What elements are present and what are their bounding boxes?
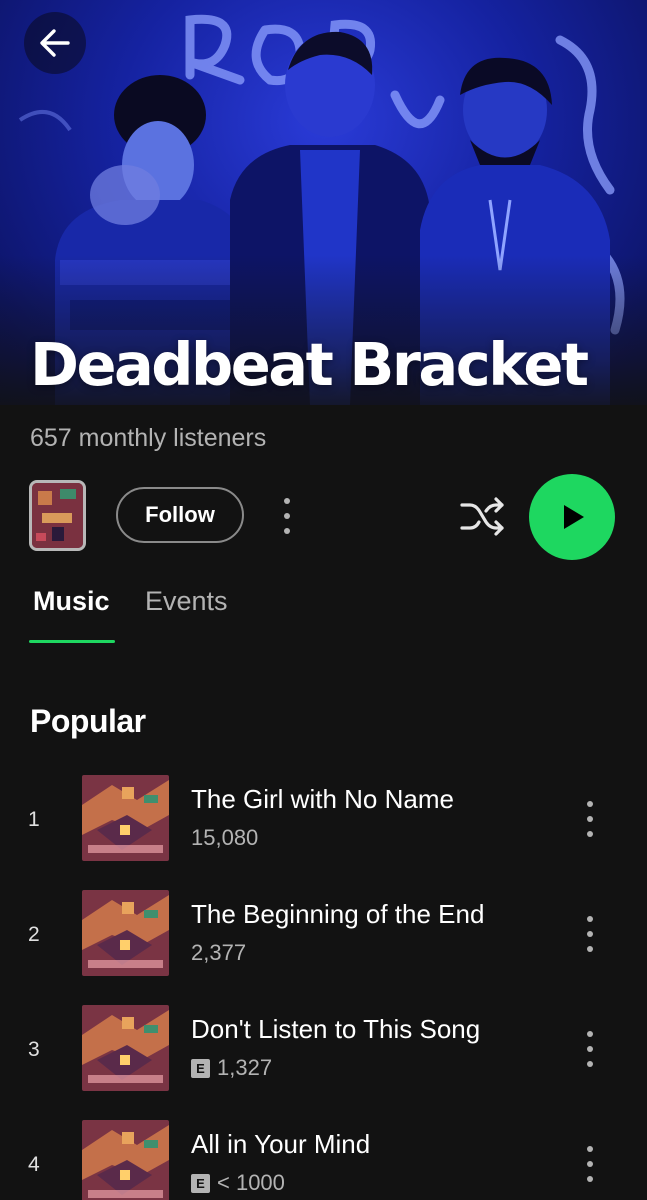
track-row[interactable]: 4 All in Your Mind E < 1000 xyxy=(0,1120,647,1200)
track-rank: 1 xyxy=(28,808,40,831)
popular-section-title: Popular xyxy=(30,703,146,739)
artist-page: Deadbeat Bracket 657 monthly listeners F… xyxy=(0,0,647,1200)
track-rank: 2 xyxy=(28,923,40,946)
track-title: All in Your Mind xyxy=(191,1129,371,1159)
more-vertical-icon xyxy=(587,801,593,808)
track-row[interactable]: 2 The Beginning of the End 2,377 xyxy=(0,890,647,990)
track-title: The Beginning of the End xyxy=(191,899,485,929)
play-icon xyxy=(564,505,584,529)
track-title: The Girl with No Name xyxy=(191,784,454,814)
artist-hero-image: Deadbeat Bracket xyxy=(0,0,647,405)
play-count: 15,080 xyxy=(191,825,259,850)
track-more-button[interactable] xyxy=(580,912,600,956)
play-button[interactable] xyxy=(529,474,615,560)
track-meta: 2,377 xyxy=(191,940,246,966)
more-vertical-icon xyxy=(587,1146,593,1153)
active-tab-indicator xyxy=(29,640,115,643)
track-meta: 15,080 xyxy=(191,825,258,851)
tab-music[interactable]: Music xyxy=(33,586,110,617)
more-vertical-icon xyxy=(284,498,290,505)
track-rank: 4 xyxy=(28,1153,40,1176)
track-cover-art xyxy=(82,1120,169,1200)
track-title: Don't Listen to This Song xyxy=(191,1014,481,1044)
artist-pick-thumbnail[interactable] xyxy=(29,480,86,551)
track-more-button[interactable] xyxy=(580,1142,600,1186)
play-count: 1,327 xyxy=(217,1055,273,1080)
artist-controls: Follow xyxy=(0,470,647,562)
tab-events[interactable]: Events xyxy=(145,586,228,617)
play-count: 2,377 xyxy=(191,940,247,965)
track-row[interactable]: 1 The Girl with No Name 15,080 xyxy=(0,775,647,875)
back-button[interactable] xyxy=(24,12,86,74)
explicit-badge: E xyxy=(191,1058,210,1078)
more-options-button[interactable] xyxy=(276,494,298,538)
content-tabs: Music Events xyxy=(0,580,647,650)
track-cover-art xyxy=(82,775,169,861)
track-more-button[interactable] xyxy=(580,1027,600,1071)
track-cover-art xyxy=(82,1005,169,1091)
track-more-button[interactable] xyxy=(580,797,600,841)
artist-name: Deadbeat Bracket xyxy=(30,330,589,399)
more-vertical-icon xyxy=(587,1031,593,1038)
follow-button[interactable]: Follow xyxy=(116,487,244,543)
more-vertical-icon xyxy=(587,916,593,923)
track-rank: 3 xyxy=(28,1038,40,1061)
track-cover-art xyxy=(82,890,169,976)
track-meta: E 1,327 xyxy=(191,1055,272,1081)
track-meta: E < 1000 xyxy=(191,1170,285,1196)
play-count: < 1000 xyxy=(217,1170,285,1195)
shuffle-icon[interactable] xyxy=(458,495,506,537)
track-row[interactable]: 3 Don't Listen to This Song E 1,327 xyxy=(0,1005,647,1105)
album-art-icon xyxy=(32,483,83,548)
monthly-listeners: 657 monthly listeners xyxy=(30,424,267,452)
explicit-badge: E xyxy=(191,1173,210,1193)
arrow-left-icon xyxy=(40,29,70,57)
